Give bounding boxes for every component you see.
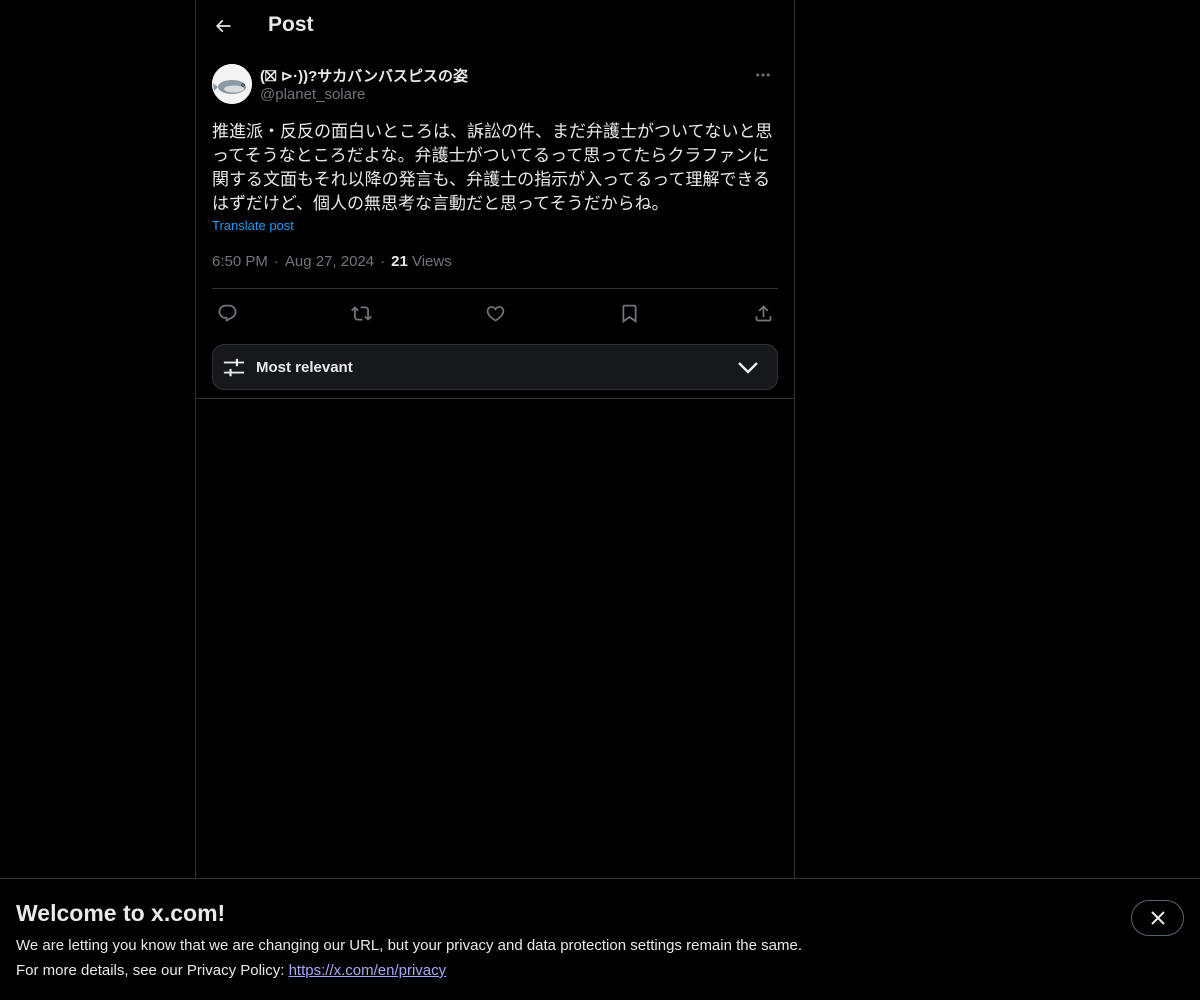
- display-name[interactable]: (⛝ ⊳·))?サカバンバスピスの姿: [260, 65, 468, 86]
- chevron-down-icon: [738, 362, 758, 374]
- back-button[interactable]: [206, 9, 240, 43]
- views-label: Views: [411, 253, 452, 270]
- separator: ·: [380, 253, 386, 270]
- divider: [196, 398, 794, 399]
- page-header: Post: [196, 0, 794, 54]
- avatar-image: [212, 64, 252, 104]
- repost-icon: [350, 305, 372, 321]
- post-metadata: 6:50 PM · Aug 27, 2024 · 21 Views: [212, 253, 452, 270]
- privacy-policy-link[interactable]: https://x.com/en/privacy: [289, 962, 447, 979]
- translate-post-link[interactable]: Translate post: [212, 218, 294, 233]
- reply-sort-dropdown[interactable]: Most relevant: [212, 344, 778, 390]
- arrow-left-icon: [215, 19, 231, 33]
- close-icon: [1150, 911, 1165, 925]
- page-title: Post: [268, 13, 314, 36]
- more-options-button[interactable]: [748, 64, 778, 86]
- primary-column: Post (⛝ ⊳·))?サカバンバスピスの姿 @planet_solare 推…: [195, 0, 795, 880]
- url-change-banner: Welcome to x.com! We are letting you kno…: [0, 878, 1200, 1000]
- sliders-icon: [223, 358, 245, 377]
- divider: [212, 288, 778, 289]
- close-banner-button[interactable]: [1131, 900, 1184, 936]
- sort-label: Most relevant: [256, 359, 353, 376]
- post-text: 推進派・反反の面白いところは、訴訟の件、まだ弁護士がついてないと思ってそうなとこ…: [212, 122, 773, 213]
- like-button[interactable]: [480, 298, 510, 328]
- post-date[interactable]: Aug 27, 2024: [285, 253, 374, 270]
- share-button[interactable]: [748, 298, 778, 328]
- avatar[interactable]: [212, 64, 252, 104]
- views-count: 21: [391, 253, 408, 270]
- reply-button[interactable]: [212, 298, 242, 328]
- repost-button[interactable]: [346, 298, 376, 328]
- share-icon: [755, 304, 771, 321]
- post-time[interactable]: 6:50 PM: [212, 253, 268, 270]
- heart-icon: [486, 305, 504, 322]
- reply-icon: [218, 304, 236, 322]
- post-actions: [212, 298, 778, 328]
- separator: ·: [273, 253, 279, 270]
- banner-details: For more details, see our Privacy Policy…: [16, 962, 446, 979]
- banner-message: We are letting you know that we are chan…: [16, 937, 802, 954]
- more-horizontal-icon: [756, 73, 770, 77]
- banner-title: Welcome to x.com!: [16, 900, 226, 926]
- user-handle[interactable]: @planet_solare: [260, 86, 365, 103]
- bookmark-button[interactable]: [614, 298, 644, 328]
- bookmark-icon: [622, 304, 636, 323]
- banner-details-text: For more details, see our Privacy Policy…: [16, 962, 289, 979]
